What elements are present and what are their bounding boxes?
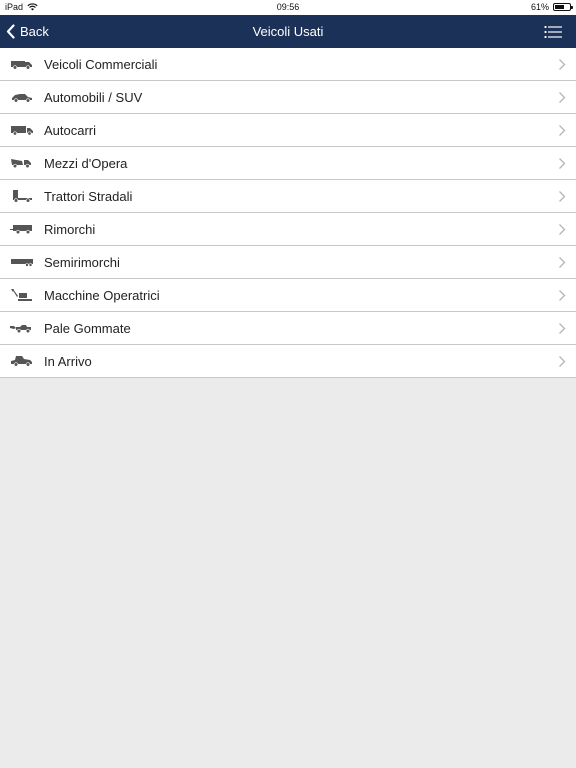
list-item-label: Pale Gommate — [44, 320, 131, 336]
battery-icon — [553, 3, 573, 11]
list-item-pale-gommate[interactable]: Pale Gommate — [0, 312, 576, 345]
list-item-mezzi-d-opera[interactable]: Mezzi d'Opera — [0, 147, 576, 180]
list-item-semirimorchi[interactable]: Semirimorchi — [0, 246, 576, 279]
chevron-right-icon — [559, 59, 566, 70]
list-item-label: In Arrivo — [44, 353, 92, 369]
list-item-label: Macchine Operatrici — [44, 287, 160, 303]
list-item-rimorchi[interactable]: Rimorchi — [0, 213, 576, 246]
excavator-icon — [10, 288, 34, 302]
list-item-label: Trattori Stradali — [44, 188, 133, 204]
list-item-trattori-stradali[interactable]: Trattori Stradali — [0, 180, 576, 213]
list-item-automobili-suv[interactable]: Automobili / SUV — [0, 81, 576, 114]
chevron-right-icon — [559, 191, 566, 202]
chevron-right-icon — [559, 92, 566, 103]
truck-icon — [10, 123, 34, 137]
tractor-unit-icon — [10, 189, 34, 203]
tow-truck-icon — [10, 354, 34, 368]
list-item-label: Mezzi d'Opera — [44, 155, 128, 171]
list-item-label: Semirimorchi — [44, 254, 120, 270]
status-time: 09:56 — [276, 2, 300, 12]
battery-percent: 61% — [530, 2, 549, 12]
semitrailer-icon — [10, 255, 34, 269]
list-item-label: Rimorchi — [44, 221, 96, 237]
chevron-right-icon — [559, 257, 566, 268]
list-item-veicoli-commerciali[interactable]: Veicoli Commerciali — [0, 48, 576, 81]
status-right: 61% — [530, 2, 573, 12]
wheel-loader-icon — [10, 321, 34, 335]
navigation-bar: Veicoli Usati Back — [0, 15, 576, 48]
back-button[interactable]: Back — [6, 15, 49, 48]
trailer-icon — [10, 222, 34, 236]
chevron-right-icon — [559, 290, 566, 301]
battery-fill — [555, 5, 564, 9]
list-item-macchine-operatrici[interactable]: Macchine Operatrici — [0, 279, 576, 312]
van-icon — [10, 57, 34, 71]
dump-truck-icon — [10, 156, 34, 170]
list-item-label: Veicoli Commerciali — [44, 56, 158, 72]
list-item-label: Automobili / SUV — [44, 89, 143, 105]
chevron-right-icon — [559, 224, 566, 235]
chevron-right-icon — [559, 356, 566, 367]
chevron-right-icon — [559, 125, 566, 136]
list-menu-icon[interactable] — [544, 25, 562, 39]
status-bar: iPad 09:56 61% — [0, 0, 576, 15]
back-label: Back — [20, 24, 49, 39]
chevron-right-icon — [559, 323, 566, 334]
list-item-autocarri[interactable]: Autocarri — [0, 114, 576, 147]
chevron-right-icon — [559, 158, 566, 169]
category-list: Veicoli Commerciali Automobili / SUV Aut… — [0, 48, 576, 378]
page-title: Veicoli Usati — [252, 24, 324, 39]
car-icon — [10, 90, 34, 104]
list-item-in-arrivo[interactable]: In Arrivo — [0, 345, 576, 378]
chevron-left-icon — [6, 24, 15, 39]
list-item-label: Autocarri — [44, 122, 97, 138]
